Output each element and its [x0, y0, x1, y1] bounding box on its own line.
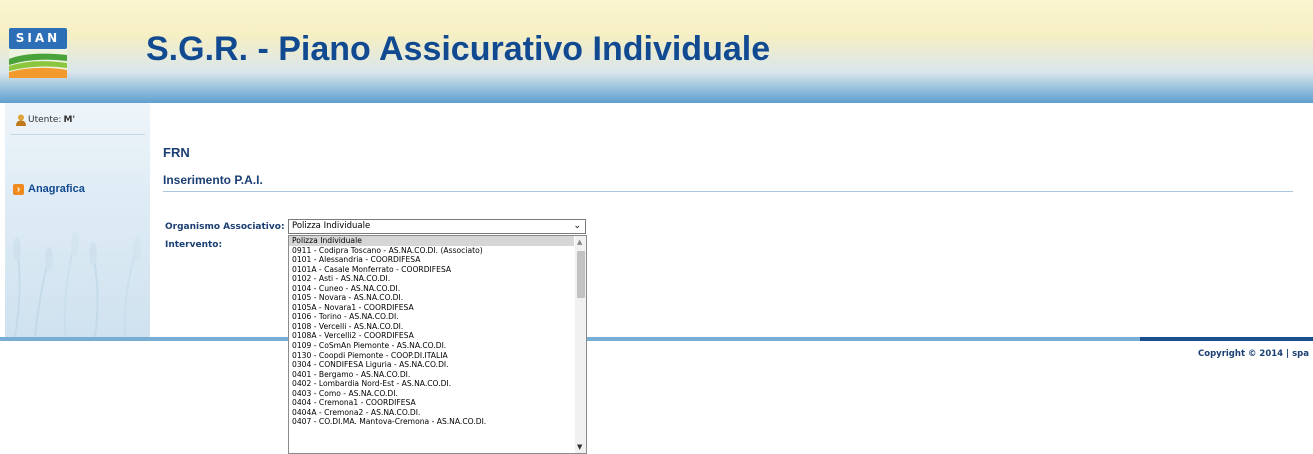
- user-icon: [16, 114, 26, 126]
- dropdown-option[interactable]: 0911 - Codipra Toscano - AS.NA.CO.DI. (A…: [289, 246, 574, 256]
- dropdown-option[interactable]: 0130 - Coopdi Piemonte - COOP.DI.ITALIA: [289, 351, 574, 361]
- organismo-selected-value: Polizza Individuale: [292, 221, 371, 231]
- page-title: Inserimento P.A.I.: [163, 173, 263, 187]
- dropdown-option[interactable]: 0401 - Bergamo - AS.NA.CO.DI.: [289, 370, 574, 380]
- dropdown-option[interactable]: 0106 - Torino - AS.NA.CO.DI.: [289, 312, 574, 322]
- dropdown-option[interactable]: 0403 - Como - AS.NA.CO.DI.: [289, 389, 574, 399]
- dropdown-option[interactable]: 0402 - Lombardia Nord-Est - AS.NA.CO.DI.: [289, 379, 574, 389]
- user-info: Utente: M': [16, 114, 75, 126]
- wheat-background-icon: [13, 232, 141, 337]
- footer-divider: [0, 337, 1313, 341]
- scrollbar-thumb[interactable]: [577, 251, 585, 298]
- scroll-down-icon[interactable]: ▼: [577, 443, 582, 451]
- dropdown-option[interactable]: 0101A - Casale Monferrato - COORDIFESA: [289, 265, 574, 275]
- dropdown-option[interactable]: 0104 - Cuneo - AS.NA.CO.DI.: [289, 284, 574, 294]
- copyright-text: Copyright © 2014 | spa: [1198, 349, 1309, 359]
- dropdown-option[interactable]: 0404 - Cremona1 - COORDIFESA: [289, 398, 574, 408]
- sian-logo[interactable]: SIAN: [9, 28, 67, 78]
- dropdown-option[interactable]: 0101 - Alessandria - COORDIFESA: [289, 255, 574, 265]
- dropdown-option[interactable]: Polizza Individuale: [289, 236, 574, 246]
- dropdown-option[interactable]: 0108 - Vercelli - AS.NA.CO.DI.: [289, 322, 574, 332]
- scroll-up-icon[interactable]: ▲: [577, 238, 582, 246]
- organismo-select[interactable]: Polizza Individuale ⌄: [288, 219, 586, 234]
- divider: [163, 191, 1293, 192]
- dropdown-option[interactable]: 0109 - CoSmAn Piemonte - AS.NA.CO.DI.: [289, 341, 574, 351]
- section-label: FRN: [163, 145, 190, 160]
- dropdown-option[interactable]: 0404A - Cremona2 - AS.NA.CO.DI.: [289, 408, 574, 418]
- app-title: S.G.R. - Piano Assicurativo Individuale: [146, 30, 771, 68]
- dropdown-option[interactable]: 0407 - CO.DI.MA. Mantova-Cremona - AS.NA…: [289, 417, 574, 427]
- divider: [10, 134, 145, 135]
- dropdown-option[interactable]: 0108A - Vercelli2 - COORDIFESA: [289, 331, 574, 341]
- organismo-dropdown-list[interactable]: Polizza Individuale 0911 - Codipra Tosca…: [288, 235, 587, 454]
- user-label: Utente:: [28, 115, 62, 125]
- dropdown-option[interactable]: 0304 - CONDIFESA Liguria - AS.NA.CO.DI.: [289, 360, 574, 370]
- logo-text: SIAN: [9, 28, 67, 49]
- sidebar-item-anagrafica[interactable]: › Anagrafica: [13, 183, 85, 195]
- user-name: M': [63, 115, 76, 125]
- dropdown-option[interactable]: 0105 - Novara - AS.NA.CO.DI.: [289, 293, 574, 303]
- intervento-label: Intervento:: [165, 240, 223, 250]
- header-banner: SIAN S.G.R. - Piano Assicurativo Individ…: [0, 0, 1313, 103]
- dropdown-option[interactable]: 0102 - Asti - AS.NA.CO.DI.: [289, 274, 574, 284]
- sidebar-item-label: Anagrafica: [28, 183, 85, 195]
- logo-waves-icon: [9, 49, 67, 78]
- sidebar: Utente: M' › Anagrafica: [5, 103, 150, 337]
- dropdown-option[interactable]: 0105A - Novara1 - COORDIFESA: [289, 303, 574, 313]
- organismo-label: Organismo Associativo:: [165, 222, 285, 232]
- arrow-right-icon: ›: [13, 183, 24, 195]
- dropdown-scrollbar[interactable]: ▲ ▼: [575, 236, 586, 453]
- footer-accent: [1140, 337, 1313, 341]
- chevron-down-icon: ⌄: [573, 221, 581, 231]
